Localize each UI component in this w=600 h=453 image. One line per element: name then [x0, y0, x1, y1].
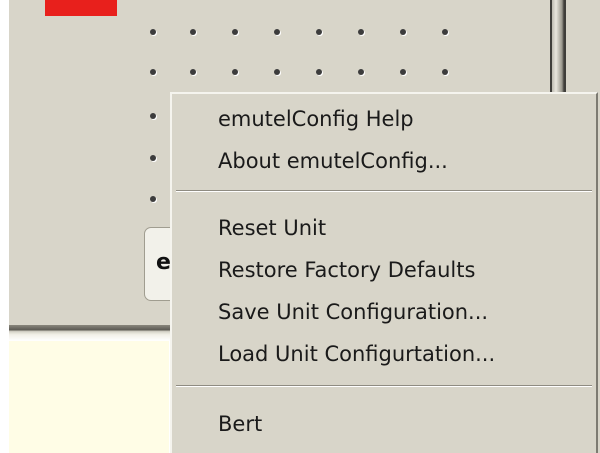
menu-item-load-config[interactable]: Load Unit Configurtation...: [218, 344, 495, 365]
led-dot: [400, 69, 406, 75]
led-dot: [316, 69, 322, 75]
menu-item-about[interactable]: About emutelConfig...: [218, 151, 448, 172]
menu-item-help[interactable]: emutelConfig Help: [218, 109, 414, 130]
led-dot: [150, 29, 156, 35]
context-menu: emutelConfig Help About emutelConfig... …: [170, 92, 598, 453]
led-dot: [150, 155, 156, 161]
led-dot: [150, 113, 156, 119]
led-dot: [150, 196, 156, 202]
led-dot: [150, 69, 156, 75]
menu-item-reset-unit[interactable]: Reset Unit: [218, 218, 326, 239]
menu-separator: [176, 190, 592, 192]
led-dot: [232, 69, 238, 75]
menu-item-save-config[interactable]: Save Unit Configuration...: [218, 302, 488, 323]
led-dot: [442, 69, 448, 75]
red-indicator: [45, 0, 117, 16]
menu-item-bert[interactable]: Bert: [218, 414, 262, 435]
led-dot: [274, 29, 280, 35]
led-dot: [442, 29, 448, 35]
led-dot: [358, 29, 364, 35]
menu-separator: [176, 385, 592, 387]
led-dot: [358, 69, 364, 75]
led-dot: [274, 69, 280, 75]
partial-button-label: e: [156, 250, 171, 275]
window-edge: [550, 0, 566, 95]
led-dot: [232, 29, 238, 35]
led-dot: [316, 29, 322, 35]
led-dot: [190, 29, 196, 35]
led-dot: [400, 29, 406, 35]
menu-item-restore-defaults[interactable]: Restore Factory Defaults: [218, 260, 475, 281]
led-dot: [190, 69, 196, 75]
lower-area: [9, 341, 169, 453]
